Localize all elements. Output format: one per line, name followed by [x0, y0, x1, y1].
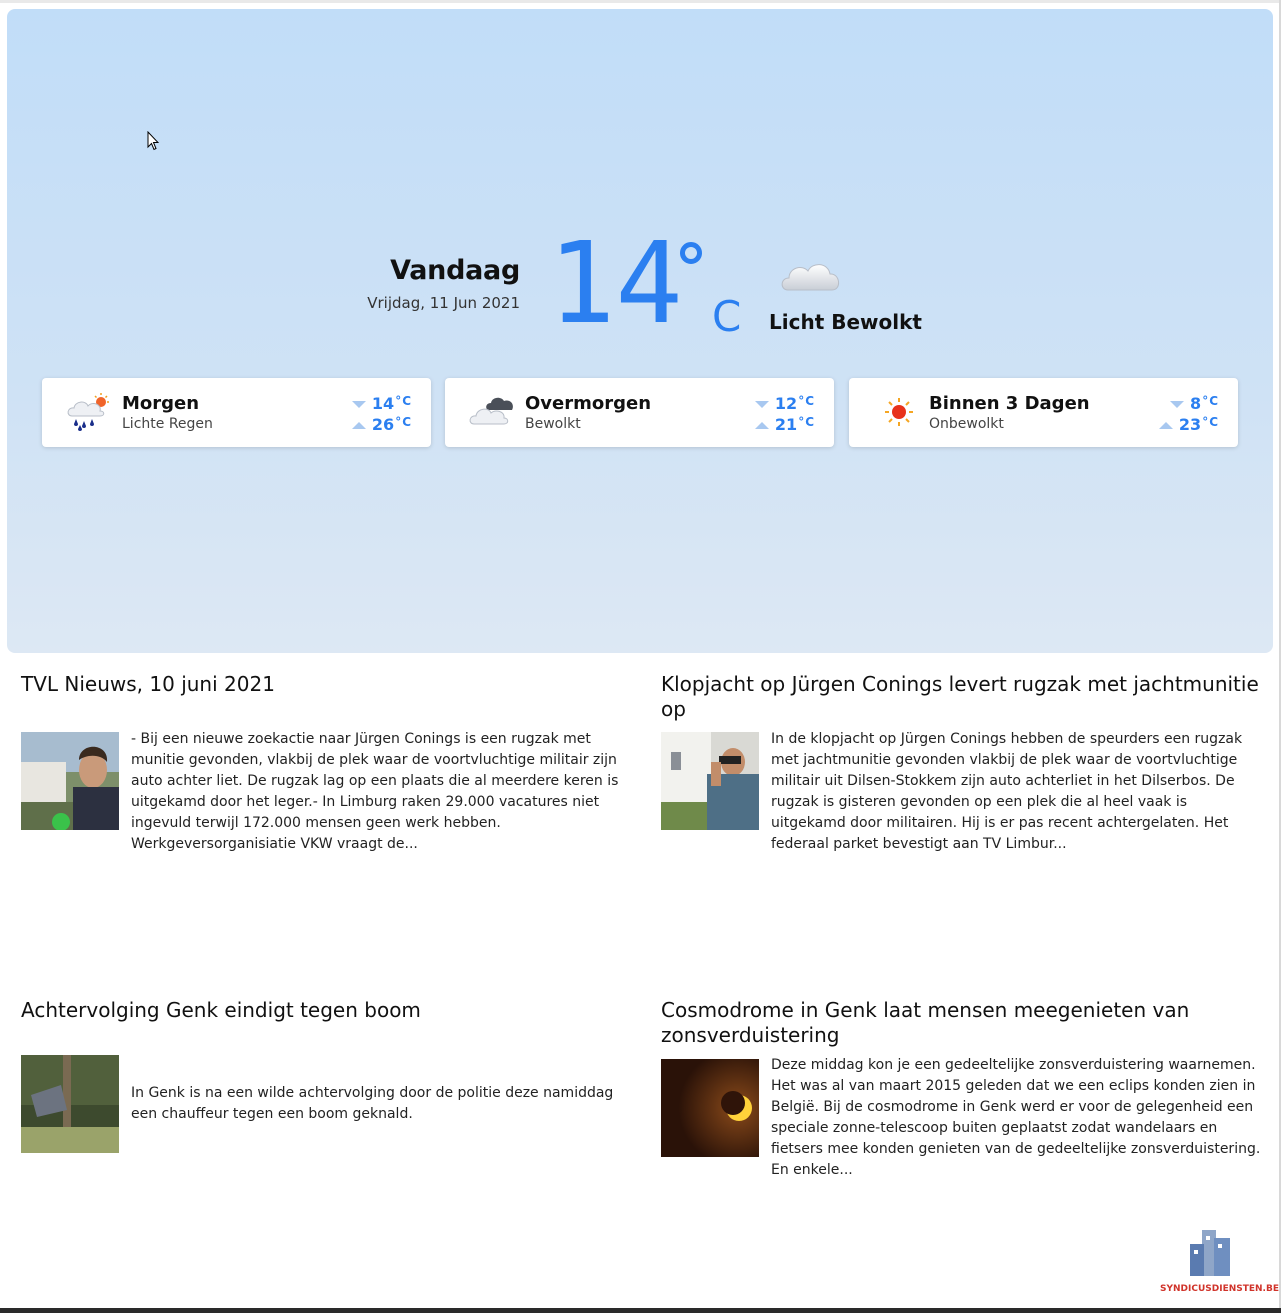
temperature-unit: C — [712, 292, 742, 341]
arrow-down-icon — [351, 401, 366, 408]
forecast-card-overmorgen: Overmorgen Bewolkt 12°C 21°C — [445, 378, 834, 447]
clouds-icon — [469, 397, 513, 425]
rain-sun-icon — [67, 393, 109, 431]
current-temperature: 14 — [548, 219, 683, 349]
forecast-min-temp: 12°C — [754, 394, 814, 413]
today-label: Vandaag — [390, 255, 520, 286]
degree-symbol — [680, 242, 702, 264]
news-title[interactable]: Achtervolging Genk eindigt tegen boom — [21, 998, 621, 1023]
forecast-condition: Bewolkt — [525, 416, 581, 432]
arrow-up-icon — [754, 422, 769, 429]
forecast-condition: Lichte Regen — [122, 416, 213, 432]
today-block: Vandaag Vrijdag, 11 Jun 2021 — [330, 255, 520, 312]
arrow-up-icon — [1158, 422, 1173, 429]
top-border — [0, 0, 1281, 3]
news-thumbnail[interactable] — [21, 1055, 119, 1153]
current-condition: Licht Bewolkt — [769, 310, 922, 334]
forecast-day: Binnen 3 Dagen — [929, 393, 1090, 414]
forecast-card-morgen: Morgen Lichte Regen 14°C 26°C — [42, 378, 431, 447]
news-excerpt: In de klopjacht op Jürgen Conings hebben… — [771, 731, 1243, 852]
news-title[interactable]: Cosmodrome in Genk laat mensen meegeniet… — [661, 998, 1261, 1048]
news-article[interactable]: TVL Nieuws, 10 juni 2021 - Bij een nieuw… — [21, 672, 621, 852]
forecast-card-binnen-3-dagen: Binnen 3 Dagen Onbewolkt 8°C 23°C — [849, 378, 1238, 447]
arrow-down-icon — [754, 401, 769, 408]
news-excerpt: - Bij een nieuwe zoekactie naar Jürgen C… — [131, 731, 619, 852]
forecast-max-temp: 21°C — [754, 415, 814, 434]
building-logo-icon — [1190, 1230, 1230, 1276]
today-date: Vrijdag, 11 Jun 2021 — [367, 294, 520, 312]
cloud-icon — [781, 264, 839, 291]
news-excerpt: Deze middag kon je een gedeeltelijke zon… — [771, 1057, 1261, 1178]
forecast-day: Overmorgen — [525, 393, 652, 414]
news-article[interactable]: Cosmodrome in Genk laat mensen meegeniet… — [661, 998, 1261, 1178]
arrow-up-icon — [351, 422, 366, 429]
news-thumbnail[interactable] — [661, 732, 759, 830]
mouse-cursor-icon — [147, 131, 159, 151]
news-article[interactable]: Achtervolging Genk eindigt tegen boom In… — [21, 998, 621, 1158]
logo-text: SYNDICUSDIENSTEN.BE — [1160, 1284, 1279, 1294]
news-title[interactable]: TVL Nieuws, 10 juni 2021 — [21, 672, 621, 697]
forecast-condition: Onbewolkt — [929, 416, 1004, 432]
forecast-min-temp: 14°C — [351, 394, 411, 413]
forecast-max-temp: 23°C — [1158, 415, 1218, 434]
forecast-day: Morgen — [122, 393, 200, 414]
forecast-min-temp: 8°C — [1170, 394, 1218, 413]
bottom-bar — [0, 1308, 1281, 1313]
news-thumbnail[interactable] — [661, 1059, 759, 1157]
news-article[interactable]: Klopjacht op Jürgen Conings levert rugza… — [661, 672, 1261, 852]
arrow-down-icon — [1170, 401, 1185, 408]
news-title[interactable]: Klopjacht op Jürgen Conings levert rugza… — [661, 672, 1261, 722]
sun-icon — [885, 398, 913, 426]
news-excerpt: In Genk is na een wilde achtervolging do… — [131, 1085, 614, 1122]
forecast-max-temp: 26°C — [351, 415, 411, 434]
syndicusdiensten-logo[interactable]: SYNDICUSDIENSTEN.BE — [1160, 1228, 1279, 1298]
news-thumbnail[interactable] — [21, 732, 119, 830]
